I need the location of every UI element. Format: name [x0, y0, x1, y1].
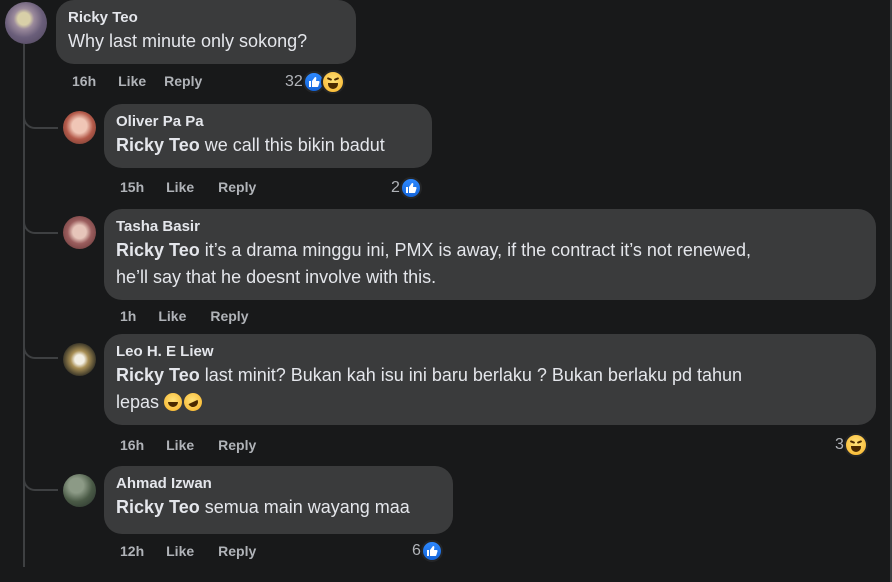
reaction-summary[interactable]: 2	[391, 177, 422, 199]
haha-icon	[843, 433, 868, 457]
comment-actions: 16h Like Reply	[120, 437, 256, 453]
reaction-summary[interactable]: 6	[412, 540, 443, 562]
comment-actions: 16h Like Reply	[72, 73, 202, 89]
comment-author[interactable]: Ricky Teo	[68, 8, 344, 28]
comment-time[interactable]: 1h	[120, 308, 136, 324]
reaction-count: 32	[285, 73, 303, 90]
reply-connector	[23, 113, 58, 129]
like-button[interactable]: Like	[166, 543, 194, 559]
reaction-count: 3	[835, 436, 844, 453]
reply-button[interactable]: Reply	[210, 308, 248, 324]
comment-author[interactable]: Oliver Pa Pa	[116, 112, 420, 132]
comment-time[interactable]: 16h	[120, 437, 144, 453]
reply-button[interactable]: Reply	[218, 179, 256, 195]
comment-text: last minit? Bukan kah isu ini baru berla…	[199, 365, 743, 385]
like-button[interactable]: Like	[158, 308, 186, 324]
reply-connector	[23, 343, 58, 359]
comment-text-wrap: Ricky Teo it’s a drama minggu ini, PMX i…	[116, 237, 864, 291]
reply-connector	[23, 475, 58, 491]
comment-text: he’ll say that he doesnt involve with th…	[116, 267, 437, 287]
rofl-emoji-icon	[181, 390, 206, 414]
comment-text: it’s a drama minggu ini, PMX is away, if…	[199, 240, 751, 260]
comment-time[interactable]: 16h	[72, 73, 96, 89]
reply-button[interactable]: Reply	[218, 437, 256, 453]
like-icon	[420, 540, 443, 562]
reaction-summary[interactable]: 3	[835, 433, 868, 457]
grinning-sweat-emoji-icon	[164, 393, 183, 411]
comment-author[interactable]: Tasha Basir	[116, 217, 864, 237]
comment-text: lepas	[116, 392, 160, 412]
comment-bubble: Ricky Teo Why last minute only sokong?	[56, 0, 356, 64]
comment-actions: 1h Like Reply	[120, 308, 248, 324]
comment-text: semua main wayang maa	[199, 497, 410, 517]
avatar[interactable]	[63, 111, 96, 144]
reply-connector	[23, 218, 58, 234]
mention-link[interactable]: Ricky Teo	[116, 240, 200, 260]
avatar[interactable]	[63, 343, 96, 376]
reaction-count: 6	[412, 542, 421, 559]
comment-time[interactable]: 15h	[120, 179, 144, 195]
comment-author[interactable]: Leo H. E Liew	[116, 342, 864, 362]
comment-text: we call this bikin badut	[199, 135, 385, 155]
comment-actions: 15h Like Reply	[120, 179, 256, 195]
avatar[interactable]	[63, 474, 96, 507]
avatar[interactable]	[63, 216, 96, 249]
comment-time[interactable]: 12h	[120, 543, 144, 559]
haha-icon	[320, 70, 345, 94]
reaction-count: 2	[391, 179, 400, 196]
like-button[interactable]: Like	[166, 179, 194, 195]
comment-text-wrap: Ricky Teo we call this bikin badut	[116, 132, 420, 159]
comment-bubble: Leo H. E Liew Ricky Teo last minit? Buka…	[104, 334, 876, 425]
comment-text-wrap: Ricky Teo semua main wayang maa	[116, 494, 441, 521]
like-button[interactable]: Like	[166, 437, 194, 453]
comment-text: Why last minute only sokong?	[68, 31, 308, 51]
reply-button[interactable]: Reply	[164, 73, 202, 89]
comment-bubble: Tasha Basir Ricky Teo it’s a drama mingg…	[104, 209, 876, 300]
mention-link[interactable]: Ricky Teo	[116, 365, 200, 385]
reaction-summary[interactable]: 32	[285, 70, 345, 94]
avatar[interactable]	[5, 2, 47, 44]
reply-button[interactable]: Reply	[218, 543, 256, 559]
like-button[interactable]: Like	[118, 73, 146, 89]
comment-bubble: Ahmad Izwan Ricky Teo semua main wayang …	[104, 466, 453, 534]
comment-actions: 12h Like Reply	[120, 543, 256, 559]
mention-link[interactable]: Ricky Teo	[116, 135, 200, 155]
like-icon	[399, 177, 422, 199]
mention-link[interactable]: Ricky Teo	[116, 497, 200, 517]
comment-author[interactable]: Ahmad Izwan	[116, 474, 441, 494]
comment-bubble: Oliver Pa Pa Ricky Teo we call this biki…	[104, 104, 432, 168]
comment-text-wrap: Ricky Teo last minit? Bukan kah isu ini …	[116, 362, 864, 416]
